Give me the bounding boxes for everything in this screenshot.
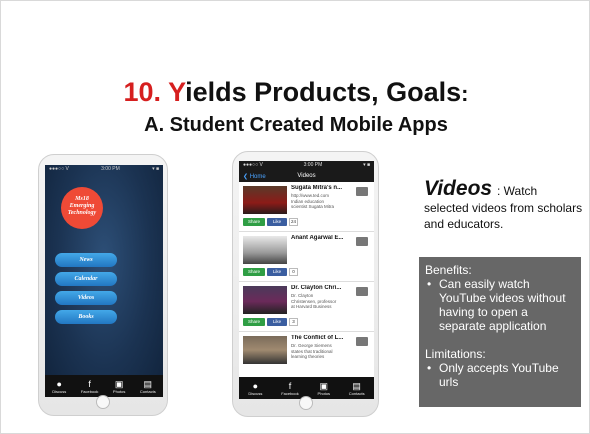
menu-news-button[interactable]: News bbox=[55, 253, 117, 267]
signal-indicator: ●●●○○ V bbox=[49, 166, 69, 172]
like-button[interactable]: Like bbox=[267, 268, 287, 276]
battery-icon: ▾ ■ bbox=[152, 166, 159, 172]
list-item[interactable]: Dr. Clayton Chri... Dr. Clayton Christen… bbox=[239, 282, 374, 332]
list-item[interactable]: Anant Agarwal E... Share Like 0 bbox=[239, 232, 374, 282]
title-rest: ields Products, Goals bbox=[185, 77, 462, 107]
nav-bar: ❮ Home Videos bbox=[239, 170, 374, 182]
tab-bar: ● Discuss f Facebook ▣ Photos ▤ Contacts bbox=[45, 375, 163, 397]
like-count: 3 bbox=[289, 318, 298, 326]
tab-label: Contacts bbox=[348, 390, 365, 396]
menu-calendar-button[interactable]: Calendar bbox=[55, 272, 117, 286]
title-first-letter: Y bbox=[168, 77, 186, 107]
video-description: http://www.ted.com Indian education scie… bbox=[291, 193, 351, 210]
facebook-icon: f bbox=[288, 380, 292, 391]
phone-screen: ●●●○○ V 3:00 PM ▾ ■ Ms18 Emerging Techno… bbox=[45, 165, 163, 397]
videos-description: selected videos from scholars and educat… bbox=[424, 201, 583, 231]
tab-label: Discuss bbox=[248, 390, 263, 396]
app-menu: News Calendar Videos Books bbox=[55, 253, 117, 329]
tab-photos[interactable]: ▣ Photos bbox=[113, 379, 125, 394]
signal-indicator: ●●●○○ V bbox=[243, 162, 263, 168]
tab-label: Photos bbox=[112, 388, 126, 394]
slide-title: 10. Yields Products, Goals: bbox=[1, 77, 590, 108]
like-button[interactable]: Like bbox=[267, 218, 287, 226]
tab-label: Facebook bbox=[80, 388, 99, 394]
list-item: Can easily watch YouTube videos without … bbox=[425, 277, 575, 333]
contacts-icon: ▤ bbox=[352, 380, 361, 391]
speech-bubble-icon: ● bbox=[252, 380, 259, 391]
phone-app-home: ●●●○○ V 3:00 PM ▾ ■ Ms18 Emerging Techno… bbox=[38, 154, 168, 416]
tab-photos[interactable]: ▣ Photos bbox=[318, 381, 330, 396]
videos-description-first: : Watch bbox=[497, 184, 538, 198]
phone-screen: ●●●○○ V 3:00 PM ▾ ■ ❮ Home Videos Sugata… bbox=[239, 161, 374, 399]
video-thumbnail[interactable] bbox=[243, 236, 287, 264]
share-button[interactable]: Share bbox=[243, 268, 265, 276]
slide: 10. Yields Products, Goals: A. Student C… bbox=[0, 0, 590, 434]
battery-icon: ▾ ■ bbox=[363, 162, 370, 168]
title-number: 10. bbox=[123, 77, 162, 107]
tab-label: Discuss bbox=[52, 388, 67, 394]
nav-title: Videos bbox=[297, 173, 316, 179]
video-title: Sugata Mitra's n... bbox=[291, 185, 343, 191]
tab-contacts[interactable]: ▤ Contacts bbox=[140, 379, 156, 394]
video-title: Dr. Clayton Chri... bbox=[291, 285, 342, 291]
home-button[interactable] bbox=[96, 395, 110, 409]
status-bar: ●●●○○ V 3:00 PM ▾ ■ bbox=[239, 161, 374, 170]
comment-icon[interactable] bbox=[356, 337, 368, 346]
share-button[interactable]: Share bbox=[243, 318, 265, 326]
list-item[interactable]: The Conflict of L... Dr. George Siemens … bbox=[239, 332, 374, 382]
logo-text-3: Technology bbox=[67, 210, 97, 216]
comment-icon[interactable] bbox=[356, 287, 368, 296]
video-desc-line: learning theories bbox=[291, 354, 325, 359]
tab-discuss[interactable]: ● Discuss bbox=[248, 381, 262, 396]
tab-label: Facebook bbox=[281, 390, 299, 396]
like-count: 0 bbox=[289, 268, 298, 276]
logo-text-1: Ms18 bbox=[75, 196, 89, 202]
tab-label: Contacts bbox=[139, 388, 156, 394]
video-description: Dr. George Siemens states that tradition… bbox=[291, 343, 351, 360]
slide-subtitle: A. Student Created Mobile Apps bbox=[144, 114, 448, 136]
video-description: Dr. Clayton Christensen, professor at Ha… bbox=[291, 293, 351, 310]
like-button[interactable]: Like bbox=[267, 318, 287, 326]
tab-facebook[interactable]: f Facebook bbox=[81, 379, 99, 394]
video-desc-line: at Harvard Business bbox=[291, 304, 332, 309]
photos-icon: ▣ bbox=[114, 378, 124, 389]
app-logo: Ms18 Emerging Technology bbox=[61, 187, 103, 229]
home-button[interactable] bbox=[298, 396, 313, 410]
contacts-icon: ▤ bbox=[143, 378, 153, 389]
video-thumbnail[interactable] bbox=[243, 336, 287, 364]
share-button[interactable]: Share bbox=[243, 218, 265, 226]
comment-icon[interactable] bbox=[356, 187, 368, 196]
status-time: 3:00 PM bbox=[101, 166, 120, 172]
limitations-list: Only accepts YouTube urls bbox=[425, 361, 575, 389]
info-box: Benefits: Can easily watch YouTube video… bbox=[419, 257, 581, 407]
video-title: The Conflict of L... bbox=[291, 335, 344, 341]
video-thumbnail[interactable] bbox=[243, 186, 287, 214]
menu-books-button[interactable]: Books bbox=[55, 310, 117, 324]
status-bar: ●●●○○ V 3:00 PM ▾ ■ bbox=[45, 165, 163, 174]
video-thumbnail[interactable] bbox=[243, 286, 287, 314]
comment-icon[interactable] bbox=[356, 237, 368, 246]
logo-text-2: Emerging bbox=[69, 203, 95, 209]
benefits-list: Can easily watch YouTube videos without … bbox=[425, 277, 575, 333]
speech-bubble-icon: ● bbox=[56, 378, 62, 389]
menu-videos-button[interactable]: Videos bbox=[55, 291, 117, 305]
videos-heading: Videos bbox=[424, 177, 493, 200]
limitations-heading: Limitations: bbox=[425, 347, 486, 361]
benefits-heading: Benefits: bbox=[425, 263, 472, 277]
list-item[interactable]: Sugata Mitra's n... http://www.ted.com I… bbox=[239, 182, 374, 232]
list-item: Only accepts YouTube urls bbox=[425, 361, 575, 389]
status-time: 3:00 PM bbox=[303, 162, 323, 168]
video-title: Anant Agarwal E... bbox=[291, 235, 344, 241]
tab-contacts[interactable]: ▤ Contacts bbox=[349, 381, 365, 396]
title-colon: : bbox=[461, 81, 469, 106]
tab-discuss[interactable]: ● Discuss bbox=[52, 379, 66, 394]
tab-facebook[interactable]: f Facebook bbox=[281, 381, 299, 396]
phone-videos: ●●●○○ V 3:00 PM ▾ ■ ❮ Home Videos Sugata… bbox=[232, 151, 379, 417]
facebook-icon: f bbox=[88, 378, 91, 389]
tab-label: Photos bbox=[317, 390, 330, 396]
like-count: 24 bbox=[289, 218, 298, 226]
photos-icon: ▣ bbox=[319, 380, 329, 391]
video-desc-line: scientist Sugata Mitra bbox=[291, 204, 335, 209]
